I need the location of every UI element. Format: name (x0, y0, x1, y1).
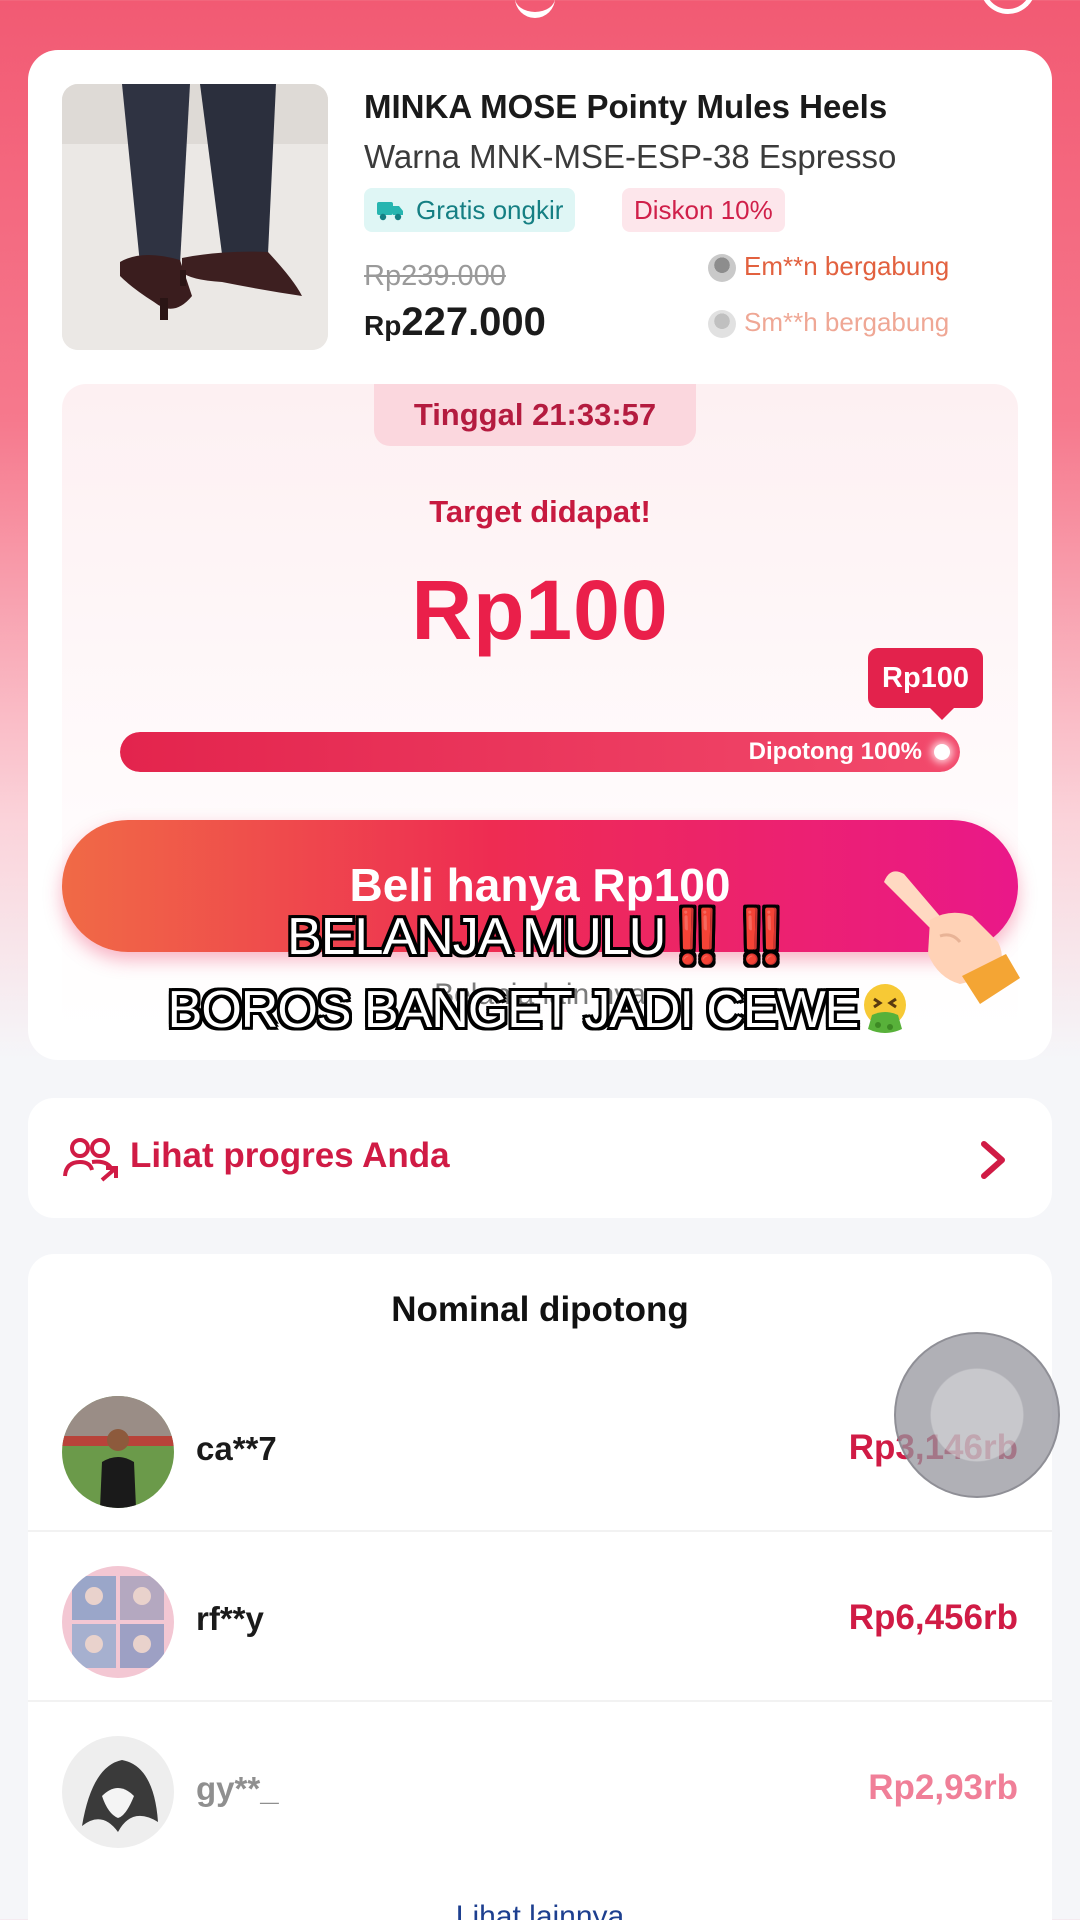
see-more-link[interactable]: Lihat lainnya (28, 1900, 1052, 1920)
chevron-right-icon (981, 1141, 1005, 1179)
joined-text: Em**n bergabung (744, 251, 950, 281)
progress-bubble: Rp100 (868, 648, 984, 720)
leaderboard-amount: Rp2,93rb (868, 1768, 1018, 1807)
double-exclamation-icon: ‼️‼️ (665, 908, 793, 966)
leaderboard-row: rf**y Rp6,456rb (28, 1542, 1052, 1702)
touch-indicator (894, 1332, 1060, 1498)
joined-notice: Sm**h bergabung (708, 302, 1038, 342)
overlay-caption-line2: BOROS BANGET JADI CEWE (0, 980, 1080, 1040)
free-shipping-label: Gratis ongkir (416, 195, 564, 225)
header-title-fragment (515, 0, 555, 18)
user-photo-sketch (62, 1736, 174, 1848)
product-variant: Warna MNK-MSE-ESP-38 Espresso (364, 138, 897, 175)
overlay-caption-line1: BELANJA MULU‼️‼️ (0, 906, 1080, 967)
progress-end-dot (934, 744, 950, 760)
vomiting-face-icon (864, 984, 907, 1033)
price-currency: Rp (364, 310, 402, 341)
leaderboard-username: rf**y (196, 1600, 264, 1637)
overlay-caption-text: BOROS BANGET JADI CEWE (167, 981, 860, 1039)
product-photo-shoes (62, 84, 328, 350)
avatar (708, 254, 736, 283)
leaderboard-username: gy**_ (196, 1770, 279, 1807)
avatar (62, 1736, 174, 1848)
truck-icon (377, 202, 403, 221)
product-title: MINKA MOSE Pointy Mules Heels (364, 88, 888, 125)
overlay-caption-text: BELANJA MULU (287, 908, 666, 966)
target-status: Target didapat! (429, 494, 651, 529)
target-amount: Rp100 (411, 563, 669, 657)
product-image[interactable] (62, 84, 328, 350)
joined-text: Sm**h bergabung (744, 307, 950, 337)
user-photo-stadium (62, 1396, 174, 1508)
current-price: Rp227.000 (364, 300, 546, 345)
avatar (62, 1566, 174, 1678)
user-photo-collage (62, 1566, 174, 1678)
free-shipping-badge: Gratis ongkir (364, 188, 576, 232)
cut-leaderboard: Nominal dipotong ca**7 Rp3,146rb (28, 1254, 1052, 1920)
discount-badge: Diskon 10% (622, 188, 785, 232)
joined-notice: Em**n bergabung (708, 246, 1038, 286)
leaderboard-row: gy**_ Rp2,93rb (28, 1712, 1052, 1872)
view-progress-link[interactable]: Lihat progres Anda (28, 1098, 1052, 1218)
leaderboard-title: Nominal dipotong (391, 1290, 689, 1329)
help-icon[interactable] (980, 0, 1036, 14)
original-price: Rp239.000 (364, 260, 506, 292)
leaderboard-username: ca**7 (196, 1430, 277, 1467)
price-amount: 227.000 (401, 300, 546, 344)
avatar (62, 1396, 174, 1508)
view-progress-label: Lihat progres Anda (130, 1136, 450, 1175)
countdown-timer: Tinggal 21:33:57 (374, 384, 696, 446)
top-bar-remnant (0, 0, 1080, 30)
group-users-icon (63, 1138, 118, 1182)
leaderboard-amount: Rp6,456rb (848, 1598, 1018, 1637)
cut-progress-bar: Dipotong 100% (120, 732, 960, 772)
avatar (708, 310, 736, 339)
progress-label: Dipotong 100% (748, 738, 922, 765)
